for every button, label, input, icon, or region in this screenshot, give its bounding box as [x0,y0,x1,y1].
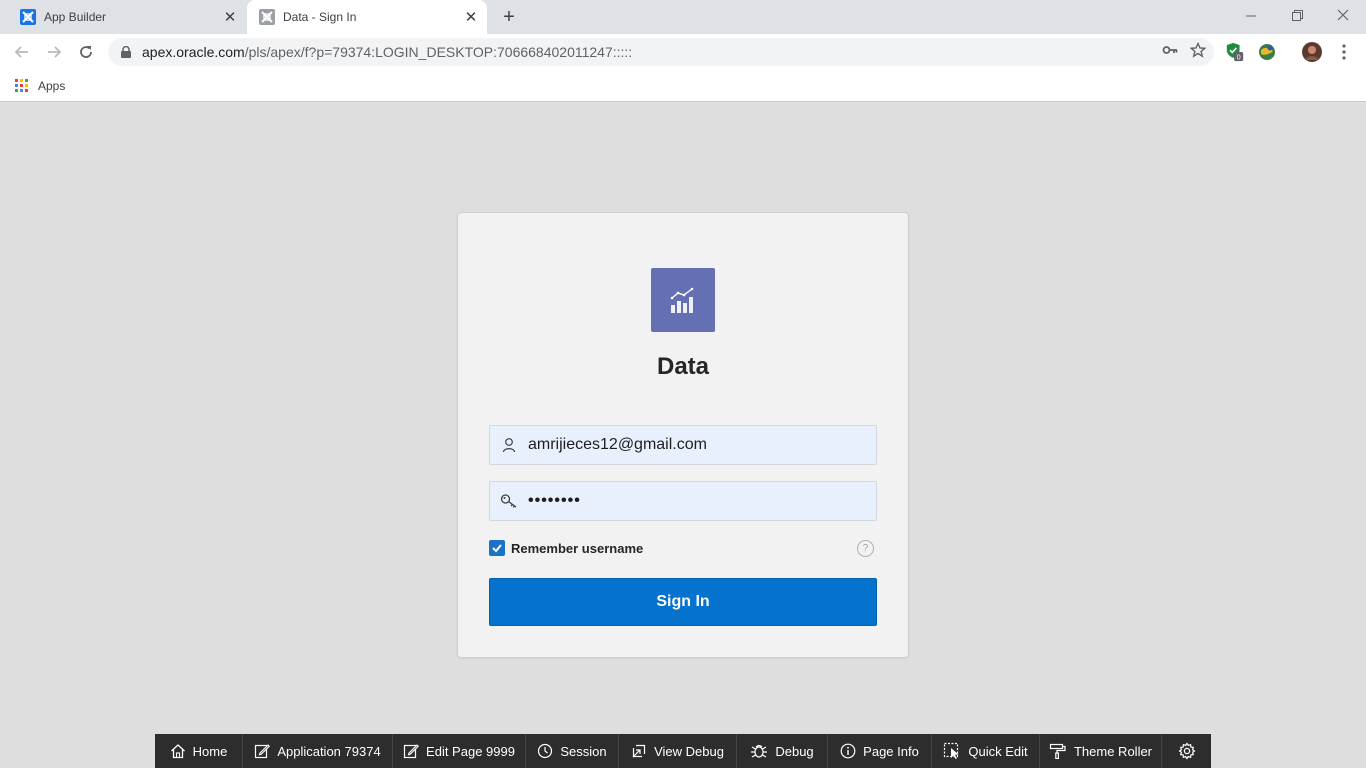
username-field[interactable]: amrijieces12@gmail.com [489,425,877,465]
apps-grid-icon [15,78,29,93]
help-icon[interactable]: ? [857,540,874,557]
dev-edit-page-label: Edit Page 9999 [426,743,515,759]
dev-theme-roller-label: Theme Roller [1073,743,1153,759]
close-tab-icon[interactable]: ✕ [461,7,481,27]
browser-menu-icon[interactable] [1334,42,1354,62]
app-title: Data [656,353,710,380]
dev-application-button[interactable]: Application 79374 [243,734,393,768]
dev-session-label: Session [560,743,607,759]
dev-home-button[interactable]: Home [155,734,243,768]
bug-icon [750,743,768,759]
remember-username-checkbox[interactable]: Remember username [489,540,643,556]
dev-quick-edit-button[interactable]: Quick Edit [932,734,1040,768]
clock-icon [537,743,553,759]
app-logo-chart-icon [651,268,715,332]
checkbox-checked-icon[interactable] [489,540,505,556]
remember-username-label[interactable]: Remember username [511,541,643,556]
dev-theme-roller-button[interactable]: Theme Roller [1040,734,1162,768]
profile-avatar[interactable] [1301,41,1323,63]
apps-bookmark[interactable]: Apps [15,78,66,93]
user-icon [490,437,528,453]
address-bar[interactable]: apex.oracle.com/pls/apex/f?p=79374:LOGIN… [108,38,1214,66]
dev-debug-button[interactable]: Debug [737,734,828,768]
edit-app-icon [254,743,271,759]
tab-title: App Builder [44,10,107,24]
lock-icon[interactable] [121,46,135,58]
dev-application-label: Application 79374 [277,743,381,759]
password-field[interactable]: •••••••• [489,481,877,521]
dev-quick-edit-label: Quick Edit [968,743,1028,759]
reload-button[interactable] [72,38,100,66]
extension-badge: 0 [1237,52,1241,61]
shield-extension-icon[interactable]: 0 [1225,42,1245,62]
minimize-window-button[interactable] [1228,0,1274,30]
key-icon[interactable] [1162,42,1178,61]
quick-edit-icon [943,742,961,760]
url-domain: apex.oracle.com [142,44,245,60]
developer-toolbar: Home Application 79374 Edit Page 9999 Se… [155,734,1211,768]
close-window-button[interactable] [1320,0,1366,30]
dev-page-info-button[interactable]: Page Info [828,734,932,768]
dev-session-button[interactable]: Session [526,734,619,768]
password-value[interactable]: •••••••• [528,492,581,510]
dev-debug-label: Debug [775,743,814,759]
sign-in-button[interactable]: Sign In [489,578,877,626]
login-card: Data amrijieces12@gmail.com •••••••• Rem… [457,212,909,658]
dev-edit-page-button[interactable]: Edit Page 9999 [393,734,526,768]
home-icon [170,743,186,759]
dev-view-debug-label: View Debug [654,743,724,759]
tab-app-builder[interactable]: App Builder ✕ [8,0,246,34]
tab-data-sign-in[interactable]: Data - Sign In ✕ [247,0,487,34]
new-tab-button[interactable]: + [497,5,521,29]
tab-title: Data - Sign In [283,10,357,24]
back-button[interactable] [8,38,36,66]
view-debug-icon [631,743,647,759]
restore-window-button[interactable] [1274,0,1320,30]
globe-extension-icon[interactable] [1257,42,1277,62]
dev-home-label: Home [192,743,228,759]
apps-label: Apps [38,78,66,93]
gear-icon [1177,742,1196,760]
forward-button[interactable] [40,38,68,66]
close-tab-icon[interactable]: ✕ [220,7,240,27]
key-icon [490,493,528,509]
edit-page-icon [403,743,420,759]
url-path: /pls/apex/f?p=79374:LOGIN_DESKTOP:706668… [244,44,633,60]
username-value[interactable]: amrijieces12@gmail.com [528,436,707,454]
apex-favicon-icon [20,9,36,25]
paint-roller-icon [1049,743,1067,759]
dev-settings-button[interactable] [1162,734,1211,768]
info-icon [840,743,856,759]
dev-view-debug-button[interactable]: View Debug [619,734,737,768]
browser-tab-strip: App Builder ✕ Data - Sign In ✕ + [0,0,1366,34]
browser-toolbar: apex.oracle.com/pls/apex/f?p=79374:LOGIN… [0,34,1366,70]
bookmarks-bar: Apps [0,70,1366,102]
bookmark-star-icon[interactable] [1189,41,1207,61]
apex-favicon-icon [259,9,275,25]
dev-page-info-label: Page Info [863,743,919,759]
